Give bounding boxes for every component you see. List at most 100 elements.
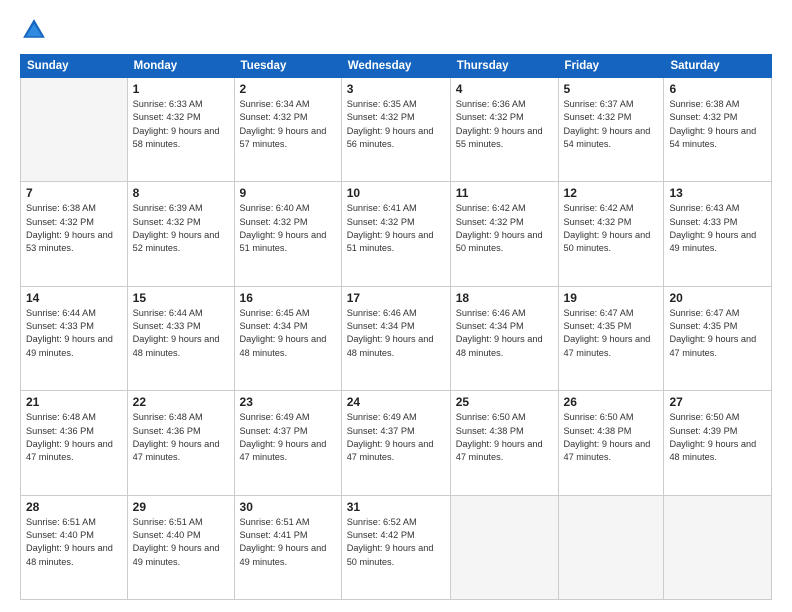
day-number: 21 (26, 395, 122, 409)
day-number: 12 (564, 186, 659, 200)
day-number: 26 (564, 395, 659, 409)
day-number: 18 (456, 291, 553, 305)
cell-info: Sunrise: 6:49 AMSunset: 4:37 PMDaylight:… (347, 411, 445, 464)
calendar-cell: 21 Sunrise: 6:48 AMSunset: 4:36 PMDayligh… (21, 391, 128, 495)
day-number: 9 (240, 186, 336, 200)
calendar-cell: 29 Sunrise: 6:51 AMSunset: 4:40 PMDayligh… (127, 495, 234, 599)
calendar-cell: 10 Sunrise: 6:41 AMSunset: 4:32 PMDayligh… (341, 182, 450, 286)
calendar-cell: 11 Sunrise: 6:42 AMSunset: 4:32 PMDayligh… (450, 182, 558, 286)
cell-info: Sunrise: 6:47 AMSunset: 4:35 PMDaylight:… (564, 307, 659, 360)
cell-info: Sunrise: 6:46 AMSunset: 4:34 PMDaylight:… (347, 307, 445, 360)
cell-info: Sunrise: 6:50 AMSunset: 4:39 PMDaylight:… (669, 411, 766, 464)
calendar-cell: 28 Sunrise: 6:51 AMSunset: 4:40 PMDayligh… (21, 495, 128, 599)
calendar-cell (21, 78, 128, 182)
logo (20, 16, 52, 44)
day-number: 16 (240, 291, 336, 305)
cell-info: Sunrise: 6:42 AMSunset: 4:32 PMDaylight:… (456, 202, 553, 255)
logo-icon (20, 16, 48, 44)
day-number: 1 (133, 82, 229, 96)
day-number: 2 (240, 82, 336, 96)
calendar-cell: 30 Sunrise: 6:51 AMSunset: 4:41 PMDayligh… (234, 495, 341, 599)
cell-info: Sunrise: 6:44 AMSunset: 4:33 PMDaylight:… (133, 307, 229, 360)
cell-info: Sunrise: 6:48 AMSunset: 4:36 PMDaylight:… (133, 411, 229, 464)
day-header-friday: Friday (558, 55, 664, 78)
calendar-cell (450, 495, 558, 599)
calendar-week-1: 1 Sunrise: 6:33 AMSunset: 4:32 PMDaylight… (21, 78, 772, 182)
day-number: 19 (564, 291, 659, 305)
cell-info: Sunrise: 6:42 AMSunset: 4:32 PMDaylight:… (564, 202, 659, 255)
calendar-cell: 9 Sunrise: 6:40 AMSunset: 4:32 PMDaylight… (234, 182, 341, 286)
day-header-wednesday: Wednesday (341, 55, 450, 78)
day-number: 28 (26, 500, 122, 514)
cell-info: Sunrise: 6:37 AMSunset: 4:32 PMDaylight:… (564, 98, 659, 151)
day-number: 15 (133, 291, 229, 305)
day-number: 11 (456, 186, 553, 200)
cell-info: Sunrise: 6:48 AMSunset: 4:36 PMDaylight:… (26, 411, 122, 464)
cell-info: Sunrise: 6:47 AMSunset: 4:35 PMDaylight:… (669, 307, 766, 360)
calendar-cell: 4Sunrise: 6:36 AMSunset: 4:32 PMDaylight… (450, 78, 558, 182)
cell-info: Sunrise: 6:50 AMSunset: 4:38 PMDaylight:… (564, 411, 659, 464)
cell-info: Sunrise: 6:40 AMSunset: 4:32 PMDaylight:… (240, 202, 336, 255)
day-number: 8 (133, 186, 229, 200)
calendar-cell: 19 Sunrise: 6:47 AMSunset: 4:35 PMDayligh… (558, 286, 664, 390)
calendar-cell: 14 Sunrise: 6:44 AMSunset: 4:33 PMDayligh… (21, 286, 128, 390)
calendar-cell: 7 Sunrise: 6:38 AMSunset: 4:32 PMDaylight… (21, 182, 128, 286)
calendar-cell: 27 Sunrise: 6:50 AMSunset: 4:39 PMDayligh… (664, 391, 772, 495)
day-number: 24 (347, 395, 445, 409)
day-number: 29 (133, 500, 229, 514)
day-header-saturday: Saturday (664, 55, 772, 78)
calendar-cell: 8Sunrise: 6:39 AMSunset: 4:32 PMDaylight… (127, 182, 234, 286)
cell-info: Sunrise: 6:36 AMSunset: 4:32 PMDaylight:… (456, 98, 553, 151)
calendar-cell: 18Sunrise: 6:46 AMSunset: 4:34 PMDayligh… (450, 286, 558, 390)
day-number: 10 (347, 186, 445, 200)
cell-info: Sunrise: 6:51 AMSunset: 4:41 PMDaylight:… (240, 516, 336, 569)
calendar-cell (558, 495, 664, 599)
day-number: 14 (26, 291, 122, 305)
calendar-week-3: 14 Sunrise: 6:44 AMSunset: 4:33 PMDayligh… (21, 286, 772, 390)
calendar-cell: 25Sunrise: 6:50 AMSunset: 4:38 PMDayligh… (450, 391, 558, 495)
calendar-cell: 23 Sunrise: 6:49 AMSunset: 4:37 PMDayligh… (234, 391, 341, 495)
calendar-cell: 20 Sunrise: 6:47 AMSunset: 4:35 PMDayligh… (664, 286, 772, 390)
calendar-cell: 15 Sunrise: 6:44 AMSunset: 4:33 PMDayligh… (127, 286, 234, 390)
calendar-week-5: 28 Sunrise: 6:51 AMSunset: 4:40 PMDayligh… (21, 495, 772, 599)
calendar-cell: 3Sunrise: 6:35 AMSunset: 4:32 PMDaylight… (341, 78, 450, 182)
calendar-cell: 12 Sunrise: 6:42 AMSunset: 4:32 PMDayligh… (558, 182, 664, 286)
calendar-cell: 26 Sunrise: 6:50 AMSunset: 4:38 PMDayligh… (558, 391, 664, 495)
calendar-cell: 22Sunrise: 6:48 AMSunset: 4:36 PMDayligh… (127, 391, 234, 495)
calendar-cell: 5Sunrise: 6:37 AMSunset: 4:32 PMDaylight… (558, 78, 664, 182)
cell-info: Sunrise: 6:38 AMSunset: 4:32 PMDaylight:… (26, 202, 122, 255)
cell-info: Sunrise: 6:52 AMSunset: 4:42 PMDaylight:… (347, 516, 445, 569)
day-number: 27 (669, 395, 766, 409)
cell-info: Sunrise: 6:51 AMSunset: 4:40 PMDaylight:… (133, 516, 229, 569)
day-number: 7 (26, 186, 122, 200)
cell-info: Sunrise: 6:44 AMSunset: 4:33 PMDaylight:… (26, 307, 122, 360)
cell-info: Sunrise: 6:43 AMSunset: 4:33 PMDaylight:… (669, 202, 766, 255)
calendar-cell: 24 Sunrise: 6:49 AMSunset: 4:37 PMDayligh… (341, 391, 450, 495)
day-number: 6 (669, 82, 766, 96)
cell-info: Sunrise: 6:34 AMSunset: 4:32 PMDaylight:… (240, 98, 336, 151)
cell-info: Sunrise: 6:33 AMSunset: 4:32 PMDaylight:… (133, 98, 229, 151)
cell-info: Sunrise: 6:38 AMSunset: 4:32 PMDaylight:… (669, 98, 766, 151)
cell-info: Sunrise: 6:41 AMSunset: 4:32 PMDaylight:… (347, 202, 445, 255)
day-number: 30 (240, 500, 336, 514)
day-number: 20 (669, 291, 766, 305)
cell-info: Sunrise: 6:49 AMSunset: 4:37 PMDaylight:… (240, 411, 336, 464)
calendar-cell: 6 Sunrise: 6:38 AMSunset: 4:32 PMDaylight… (664, 78, 772, 182)
calendar-cell: 31Sunrise: 6:52 AMSunset: 4:42 PMDayligh… (341, 495, 450, 599)
day-header-thursday: Thursday (450, 55, 558, 78)
day-header-tuesday: Tuesday (234, 55, 341, 78)
cell-info: Sunrise: 6:51 AMSunset: 4:40 PMDaylight:… (26, 516, 122, 569)
calendar-cell: 2 Sunrise: 6:34 AMSunset: 4:32 PMDaylight… (234, 78, 341, 182)
page: SundayMondayTuesdayWednesdayThursdayFrid… (0, 0, 792, 612)
calendar-cell: 17 Sunrise: 6:46 AMSunset: 4:34 PMDayligh… (341, 286, 450, 390)
calendar-table: SundayMondayTuesdayWednesdayThursdayFrid… (20, 54, 772, 600)
calendar-cell: 13Sunrise: 6:43 AMSunset: 4:33 PMDayligh… (664, 182, 772, 286)
calendar-week-4: 21 Sunrise: 6:48 AMSunset: 4:36 PMDayligh… (21, 391, 772, 495)
calendar-week-2: 7 Sunrise: 6:38 AMSunset: 4:32 PMDaylight… (21, 182, 772, 286)
day-number: 23 (240, 395, 336, 409)
calendar-cell (664, 495, 772, 599)
day-number: 17 (347, 291, 445, 305)
day-number: 3 (347, 82, 445, 96)
cell-info: Sunrise: 6:45 AMSunset: 4:34 PMDaylight:… (240, 307, 336, 360)
calendar-cell: 1 Sunrise: 6:33 AMSunset: 4:32 PMDaylight… (127, 78, 234, 182)
